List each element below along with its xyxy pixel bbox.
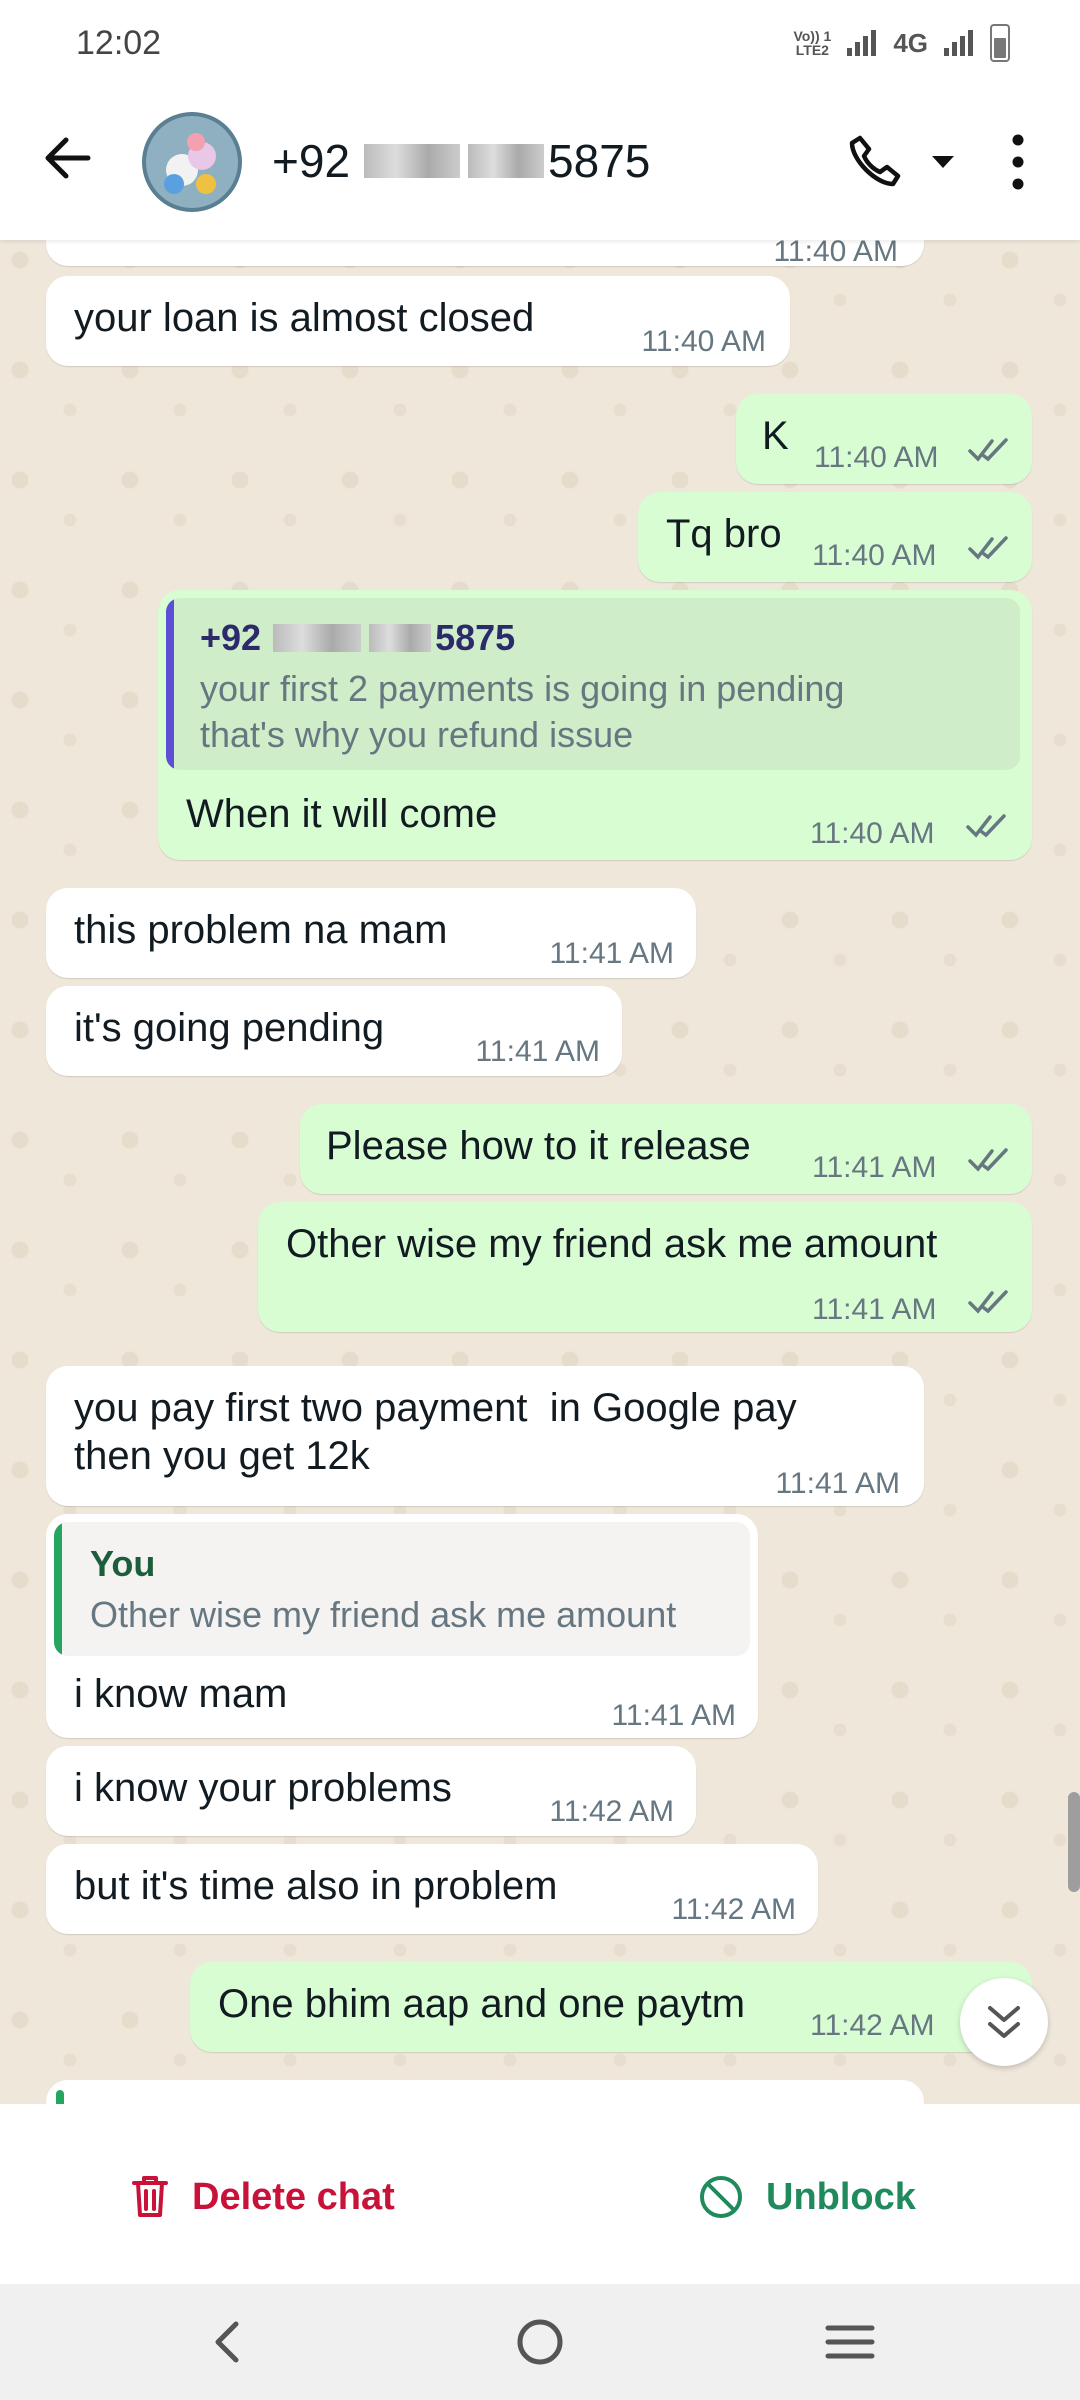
signal-icon-2 [944, 30, 973, 56]
network-type: 4G [893, 27, 928, 58]
more-vert-icon[interactable] [996, 126, 1040, 198]
caret-down-icon[interactable] [930, 152, 956, 172]
status-time: 12:02 [76, 24, 162, 62]
battery-icon [990, 24, 1010, 62]
delete-chat-button[interactable]: Delete chat [130, 2162, 395, 2232]
message-bubble-outgoing[interactable]: Tq bro 11:40 AM [638, 492, 1032, 582]
redacted-number [369, 624, 432, 652]
message-bubble-incoming[interactable]: it's going pending 11:41 AM [46, 986, 622, 1076]
redacted-number [364, 144, 461, 178]
phone-icon[interactable] [842, 130, 906, 194]
message-bubble-incoming-reply[interactable]: You Other wise my friend ask me amount i… [46, 1514, 758, 1738]
quoted-message[interactable]: You Other wise my friend ask me amount [54, 1522, 750, 1656]
unblock-button[interactable]: Unblock [698, 2162, 916, 2232]
message-bubble-incoming[interactable]: this problem na mam 11:41 AM [46, 888, 696, 978]
double-check-icon [968, 438, 1008, 462]
nav-recent-icon[interactable] [818, 2310, 882, 2374]
quote-sender: +92 5875 [200, 617, 516, 658]
double-check-icon [968, 1148, 1008, 1172]
nav-home-icon[interactable] [508, 2310, 572, 2374]
message-bubble-outgoing-reply[interactable]: +92 5875 your first 2 payments is going … [158, 590, 1032, 860]
contact-name[interactable]: +92 5875 [272, 134, 650, 188]
message-bubble-incoming[interactable]: but it's time also in problem 11:42 AM [46, 1844, 818, 1934]
message-bubble-outgoing[interactable]: Please how to it release 11:41 AM [300, 1104, 1032, 1194]
double-check-icon [968, 1290, 1008, 1314]
back-arrow-icon[interactable] [38, 128, 98, 188]
avatar[interactable] [142, 112, 242, 212]
redacted-number [468, 144, 545, 178]
status-icons: Vo)) 1 LTE2 4G [793, 24, 1010, 62]
quoted-message[interactable]: +92 5875 your first 2 payments is going … [166, 598, 1020, 770]
block-icon [700, 2176, 742, 2218]
message-time: 11:40 AM [773, 240, 898, 268]
blocked-actions-bar: Delete chat Unblock [0, 2104, 1080, 2284]
double-check-icon [966, 814, 1006, 838]
scroll-down-icon [988, 2006, 1020, 2038]
signal-icon [847, 30, 877, 56]
quote-bar [54, 1522, 62, 1656]
double-check-icon [968, 536, 1008, 560]
system-nav-bar [0, 2284, 1080, 2400]
message-bubble-outgoing[interactable]: Other wise my friend ask me amount 11:41… [258, 1202, 1032, 1332]
redacted-number [273, 624, 362, 652]
chat-header: +92 5875 [0, 90, 1080, 240]
quote-bar [166, 598, 174, 770]
scroll-down-button[interactable] [960, 1978, 1048, 2066]
trash-icon [132, 2176, 168, 2217]
message-bubble-incoming[interactable]: you pay first two payment in Google pay … [46, 1366, 924, 1506]
nav-back-icon[interactable] [196, 2310, 260, 2374]
message-bubble-partial[interactable]: 11:40 AM [46, 240, 924, 268]
message-bubble-incoming[interactable]: i know your problems 11:42 AM [46, 1746, 696, 1836]
quote-bar [56, 2090, 64, 2104]
scrollbar[interactable] [1068, 1792, 1080, 1892]
message-bubble-partial[interactable] [46, 2080, 924, 2104]
volte-indicator: Vo)) 1 LTE2 [793, 28, 832, 58]
message-bubble-outgoing[interactable]: One bhim aap and one paytm 11:42 AM [190, 1962, 1032, 2052]
message-bubble-incoming[interactable]: your loan is almost closed 11:40 AM [46, 276, 790, 366]
status-bar: 12:02 Vo)) 1 LTE2 4G [0, 0, 1080, 90]
chat-area[interactable]: 11:40 AM your loan is almost closed 11:4… [0, 240, 1080, 2104]
message-bubble-outgoing[interactable]: K 11:40 AM [736, 394, 1032, 484]
